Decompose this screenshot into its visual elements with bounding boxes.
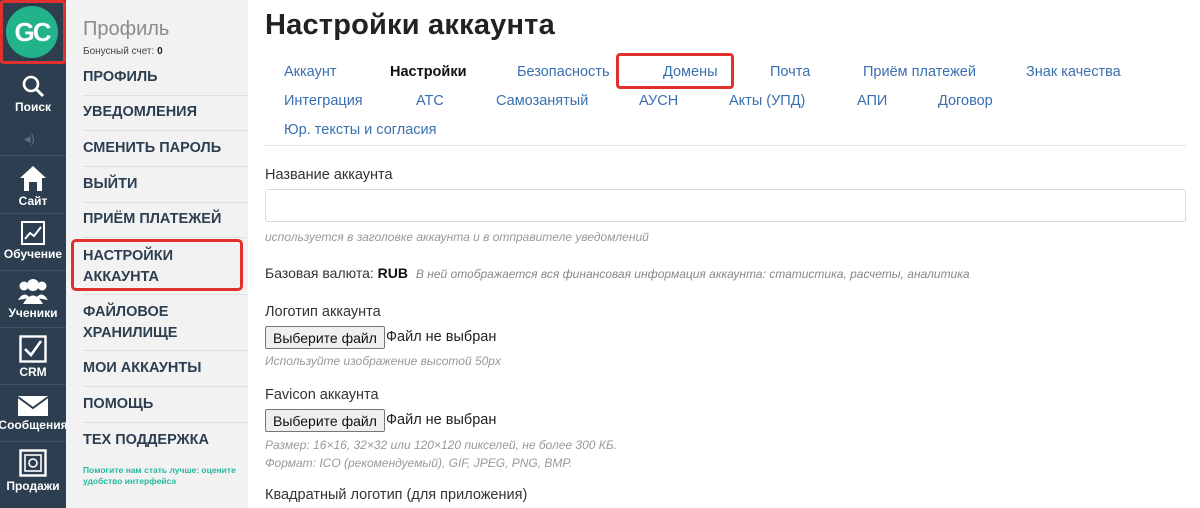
- rail-item-label: Поиск: [14, 100, 51, 114]
- account-name-input[interactable]: [265, 189, 1186, 222]
- currency-hint: В ней отображается вся финансовая информ…: [415, 267, 970, 281]
- sidebar-divider: [83, 202, 248, 203]
- base-currency: Базовая валюта: RUB В ней отображается в…: [265, 265, 970, 281]
- sidebar-item-help[interactable]: ПОМОЩЬ: [83, 394, 233, 415]
- rail-divider: [0, 384, 66, 385]
- search-icon: [22, 75, 45, 98]
- favicon-file-status: Файл не выбран: [386, 412, 497, 428]
- main-content: Настройки аккаунта Аккаунт Настройки Без…: [248, 0, 1200, 508]
- sidebar-divider: [83, 350, 248, 351]
- tab-acts[interactable]: Акты (УПД): [729, 93, 805, 109]
- tab-security[interactable]: Безопасность: [517, 64, 610, 80]
- rail-divider: [0, 155, 66, 156]
- rail-item-messages[interactable]: Сообщения: [0, 396, 68, 432]
- rail-item-sales[interactable]: Продажи: [0, 449, 66, 493]
- tab-self-employed[interactable]: Самозанятый: [496, 93, 588, 109]
- rail-item-label: Сообщения: [0, 418, 68, 432]
- rail-item-students[interactable]: Ученики: [0, 278, 66, 320]
- rail-item-search[interactable]: Поиск: [0, 74, 66, 114]
- rail-item-label: Сайт: [18, 194, 48, 208]
- currency-value: RUB: [377, 265, 408, 281]
- account-name-hint: используется в заголовке аккаунта и в от…: [265, 230, 649, 244]
- sidebar-divider: [83, 294, 248, 295]
- users-icon: [18, 279, 48, 304]
- envelope-icon: [18, 396, 48, 416]
- chart-icon: [21, 221, 45, 245]
- rail-item-site[interactable]: Сайт: [0, 164, 66, 208]
- tab-legal-texts[interactable]: Юр. тексты и согласия: [284, 122, 436, 138]
- tab-settings[interactable]: Настройки: [390, 64, 467, 80]
- rail-divider: [0, 441, 66, 442]
- sidebar-item-profile[interactable]: ПРОФИЛЬ: [83, 67, 233, 88]
- logo-hint: Используйте изображение высотой 50px: [265, 354, 501, 368]
- sidebar-item-my-accounts[interactable]: МОИ АККАУНТЫ: [83, 358, 233, 379]
- rail-item-label: Продажи: [6, 479, 60, 493]
- logo-choose-file-button[interactable]: Выберите файл: [265, 326, 385, 349]
- sidebar-divider: [83, 130, 248, 131]
- favicon-size-hint: Размер: 16×16, 32×32 или 120×120 пикселе…: [265, 438, 618, 452]
- safe-icon: [19, 449, 47, 477]
- rail-divider: [0, 213, 66, 214]
- rail-item-label: Ученики: [8, 306, 58, 320]
- logo-label: Логотип аккаунта: [265, 304, 381, 320]
- square-logo-label: Квадратный логотип (для приложения): [265, 487, 528, 503]
- tab-payments[interactable]: Приём платежей: [863, 64, 976, 80]
- tab-highlight-frame: [616, 53, 734, 89]
- sidebar-item-notifications[interactable]: УВЕДОМЛЕНИЯ: [83, 102, 233, 123]
- favicon-choose-file-button[interactable]: Выберите файл: [265, 409, 385, 432]
- tab-api[interactable]: АПИ: [857, 93, 887, 109]
- sidebar-divider: [83, 422, 248, 423]
- sidebar-divider: [83, 166, 248, 167]
- sound-icon[interactable]: ◂): [24, 131, 35, 147]
- sidebar-highlight-frame: [71, 239, 243, 291]
- page-title: Настройки аккаунта: [265, 9, 555, 41]
- favicon-label: Favicon аккаунта: [265, 387, 379, 403]
- bonus-label: Бонусный счет:: [83, 46, 155, 57]
- feedback-link[interactable]: Помогите нам стать лучше: оцените удобст…: [83, 465, 243, 487]
- account-name-label: Название аккаунта: [265, 167, 393, 183]
- tab-integration[interactable]: Интеграция: [284, 93, 363, 109]
- tab-mail[interactable]: Почта: [770, 64, 810, 80]
- sidebar-item-logout[interactable]: ВЫЙТИ: [83, 174, 233, 195]
- logo-highlight-frame: [0, 0, 66, 64]
- tab-contract[interactable]: Договор: [938, 93, 993, 109]
- rail-item-label: CRM: [19, 365, 47, 379]
- sidebar-item-payments[interactable]: ПРИЁМ ПЛАТЕЖЕЙ: [83, 209, 233, 230]
- currency-label: Базовая валюта:: [265, 265, 374, 281]
- tabs-divider: [265, 145, 1186, 146]
- rail-item-label: Обучение: [3, 247, 63, 261]
- bonus-value: 0: [157, 46, 163, 57]
- sidebar-divider: [83, 95, 248, 96]
- app-logo[interactable]: GC: [0, 0, 66, 66]
- tab-quality-mark[interactable]: Знак качества: [1026, 64, 1121, 80]
- rail-divider: [0, 270, 66, 271]
- rail-item-crm[interactable]: CRM: [0, 335, 66, 379]
- favicon-format-hint: Формат: ICO (рекомендуемый), GIF, JPEG, …: [265, 456, 573, 470]
- checkbox-icon: [19, 335, 47, 363]
- tab-account[interactable]: Аккаунт: [284, 64, 336, 80]
- tab-ats[interactable]: АТС: [416, 93, 444, 109]
- sidebar-item-file-storage[interactable]: ФАЙЛОВОЕ ХРАНИЛИЩЕ: [83, 302, 213, 344]
- icon-rail: GC Поиск ◂) Сайт Обучение Ученики CRM Со…: [0, 0, 68, 508]
- home-icon: [20, 166, 46, 191]
- sidebar-item-tech-support[interactable]: ТЕХ ПОДДЕРЖКА: [83, 430, 233, 451]
- rail-divider: [0, 327, 66, 328]
- rail-item-learning[interactable]: Обучение: [0, 221, 66, 261]
- tab-ausn[interactable]: АУСН: [639, 93, 678, 109]
- bonus-balance: Бонусный счет: 0: [83, 46, 163, 57]
- sidebar-divider: [83, 386, 248, 387]
- logo-file-status: Файл не выбран: [386, 329, 497, 345]
- sidebar-title: Профиль: [83, 18, 170, 40]
- sidebar-item-change-password[interactable]: СМЕНИТЬ ПАРОЛЬ: [83, 138, 233, 159]
- sidebar-divider: [83, 237, 248, 238]
